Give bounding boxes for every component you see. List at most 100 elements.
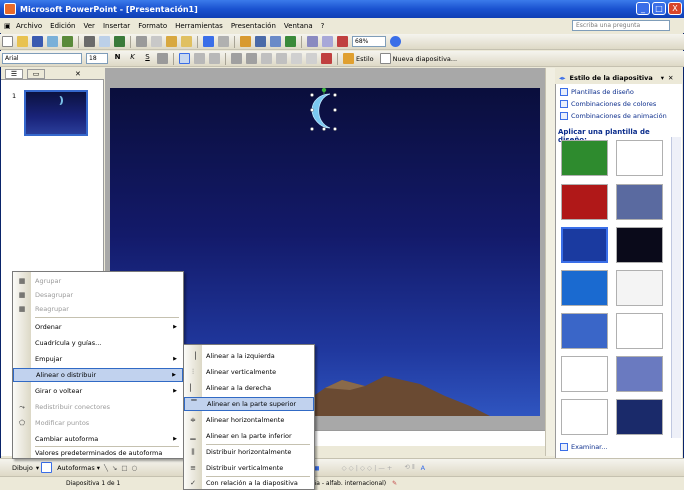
design-icon[interactable] [343, 53, 354, 64]
slide-thumbnail[interactable] [24, 90, 88, 136]
submenu-align-center[interactable]: ⫶ Alinear verticalmente [184, 365, 314, 379]
minimize-button[interactable]: _ [636, 2, 650, 15]
paste-icon[interactable] [166, 36, 177, 47]
menu-item-grid-guides[interactable]: Cuadrícula y guías... [13, 336, 183, 350]
select-objects-icon[interactable] [41, 462, 53, 473]
format-painter-icon[interactable] [181, 36, 192, 47]
email-icon[interactable] [62, 36, 73, 47]
template-thumbnail[interactable] [616, 313, 663, 349]
open-icon[interactable] [17, 36, 28, 47]
moon-shape[interactable] [306, 88, 342, 134]
task-pane-scrollbar[interactable] [671, 137, 681, 438]
submenu-align-top[interactable]: ▔ Alinear en la parte superior [184, 397, 314, 411]
template-thumbnail[interactable] [561, 356, 608, 392]
spelling-status-icon[interactable]: ✎ [392, 480, 397, 487]
template-thumbnail[interactable] [561, 227, 608, 263]
align-right-icon[interactable] [209, 53, 220, 64]
template-thumbnail[interactable] [616, 184, 663, 220]
align-center-icon[interactable] [194, 53, 205, 64]
close-pane-icon[interactable]: ✕ [75, 70, 81, 78]
font-color-icon[interactable] [321, 53, 332, 64]
menu-item-ungroup[interactable]: ▦ Desagrupar [13, 288, 183, 302]
tables-borders-icon[interactable] [270, 36, 281, 47]
template-thumbnail[interactable] [616, 399, 663, 435]
save-icon[interactable] [32, 36, 43, 47]
link-animation-schemes[interactable]: Combinaciones de animación [560, 112, 667, 120]
show-formatting-icon[interactable] [322, 36, 333, 47]
menu-archivo[interactable]: Archivo [12, 22, 46, 30]
template-thumbnail[interactable] [616, 270, 663, 306]
increase-font-icon[interactable] [261, 53, 272, 64]
redo-icon[interactable] [218, 36, 229, 47]
increase-indent-icon[interactable] [306, 53, 317, 64]
submenu-align-left[interactable]: ▕ Alinear a la izquierda [184, 349, 314, 363]
slide-vertical-scrollbar[interactable] [545, 68, 555, 456]
task-pane-menu-icon[interactable]: ▾ [661, 74, 664, 82]
oval-icon[interactable]: ○ [132, 464, 138, 472]
decrease-font-icon[interactable] [276, 53, 287, 64]
insert-table-icon[interactable] [255, 36, 266, 47]
italic-button[interactable]: K [127, 53, 138, 64]
print-icon[interactable] [84, 36, 95, 47]
submenu-align-middle[interactable]: ≑ Alinear horizontalmente [184, 413, 314, 427]
draw-menu-arrow-icon[interactable]: ▾ [36, 464, 39, 472]
numbering-icon[interactable] [231, 53, 242, 64]
design-button[interactable]: Estilo [356, 55, 374, 63]
template-thumbnail[interactable] [616, 140, 663, 176]
menu-item-autoshape-defaults[interactable]: Valores predeterminados de autoforma [13, 446, 183, 460]
menu-presentacion[interactable]: Presentación [227, 22, 280, 30]
back-arrow-icon[interactable]: ◂▸ [559, 74, 566, 82]
menu-herramientas[interactable]: Herramientas [171, 22, 227, 30]
menu-edicion[interactable]: Edición [46, 22, 79, 30]
bold-button[interactable]: N [112, 53, 123, 64]
new-icon[interactable] [2, 36, 13, 47]
arrow-icon[interactable]: ↘ [112, 464, 117, 472]
menu-ventana[interactable]: Ventana [280, 22, 317, 30]
submenu-distribute-horizontally[interactable]: ⫼ Distribuir horizontalmente [184, 445, 314, 459]
menu-item-edit-points[interactable]: ⬠ Modificar puntos [13, 416, 183, 430]
new-slide-icon[interactable] [379, 53, 391, 64]
copy-icon[interactable] [151, 36, 162, 47]
submenu-align-bottom[interactable]: ▁ Alinear en la parte inferior [184, 429, 314, 443]
menu-item-rotate-flip[interactable]: Girar o voltear ▶ [13, 384, 183, 398]
menu-ver[interactable]: Ver [80, 22, 99, 30]
menu-item-change-autoshape[interactable]: Cambiar autoforma ▶ [13, 432, 183, 446]
menu-item-nudge[interactable]: Empujar ▶ [13, 352, 183, 366]
submenu-distribute-vertically[interactable]: ≡ Distribuir verticalmente [184, 461, 314, 475]
document-icon[interactable]: ▣ [0, 22, 12, 30]
menu-item-regroup[interactable]: ▦ Reagrupar [13, 302, 183, 316]
template-thumbnail[interactable] [561, 270, 608, 306]
print-preview-icon[interactable] [99, 36, 110, 47]
close-button[interactable]: X [668, 2, 682, 15]
cut-icon[interactable] [136, 36, 147, 47]
tab-slides[interactable]: ▭ [27, 68, 45, 79]
browse-link[interactable]: Examinar... [560, 443, 607, 451]
spelling-icon[interactable] [114, 36, 125, 47]
template-thumbnail[interactable] [561, 140, 608, 176]
template-thumbnail[interactable] [561, 184, 608, 220]
menu-help[interactable]: ? [317, 22, 329, 30]
permission-icon[interactable] [47, 36, 58, 47]
menu-item-group[interactable]: ▦ Agrupar [13, 274, 183, 288]
menu-insertar[interactable]: Insertar [99, 22, 134, 30]
template-thumbnail[interactable] [561, 313, 608, 349]
autoshapes-button[interactable]: Autoformas [57, 464, 95, 472]
link-color-schemes[interactable]: Combinaciones de colores [560, 100, 656, 108]
maximize-button[interactable]: □ [652, 2, 666, 15]
grayscale-icon[interactable] [337, 36, 348, 47]
submenu-align-right[interactable]: ▏ Alinear a la derecha [184, 381, 314, 395]
menu-item-order[interactable]: Ordenar ▶ [13, 320, 183, 334]
template-thumbnail[interactable] [561, 399, 608, 435]
bullets-icon[interactable] [246, 53, 257, 64]
menu-item-reroute-connectors[interactable]: ⤳ Redistribuir conectores [13, 400, 183, 414]
submenu-relative-to-slide[interactable]: ✓ Con relación a la diapositiva [184, 476, 314, 490]
rectangle-icon[interactable]: □ [121, 464, 127, 472]
text-direction-icon[interactable]: ⟲ ⫴ [404, 463, 414, 472]
template-thumbnail[interactable] [616, 356, 663, 392]
tab-outline[interactable]: ☰ [5, 68, 23, 79]
insert-hyperlink-icon[interactable] [285, 36, 296, 47]
help-icon[interactable] [390, 36, 401, 47]
task-pane-close-icon[interactable]: ✕ [668, 74, 673, 82]
autoshapes-arrow-icon[interactable]: ▾ [97, 464, 100, 472]
expand-all-icon[interactable] [307, 36, 318, 47]
